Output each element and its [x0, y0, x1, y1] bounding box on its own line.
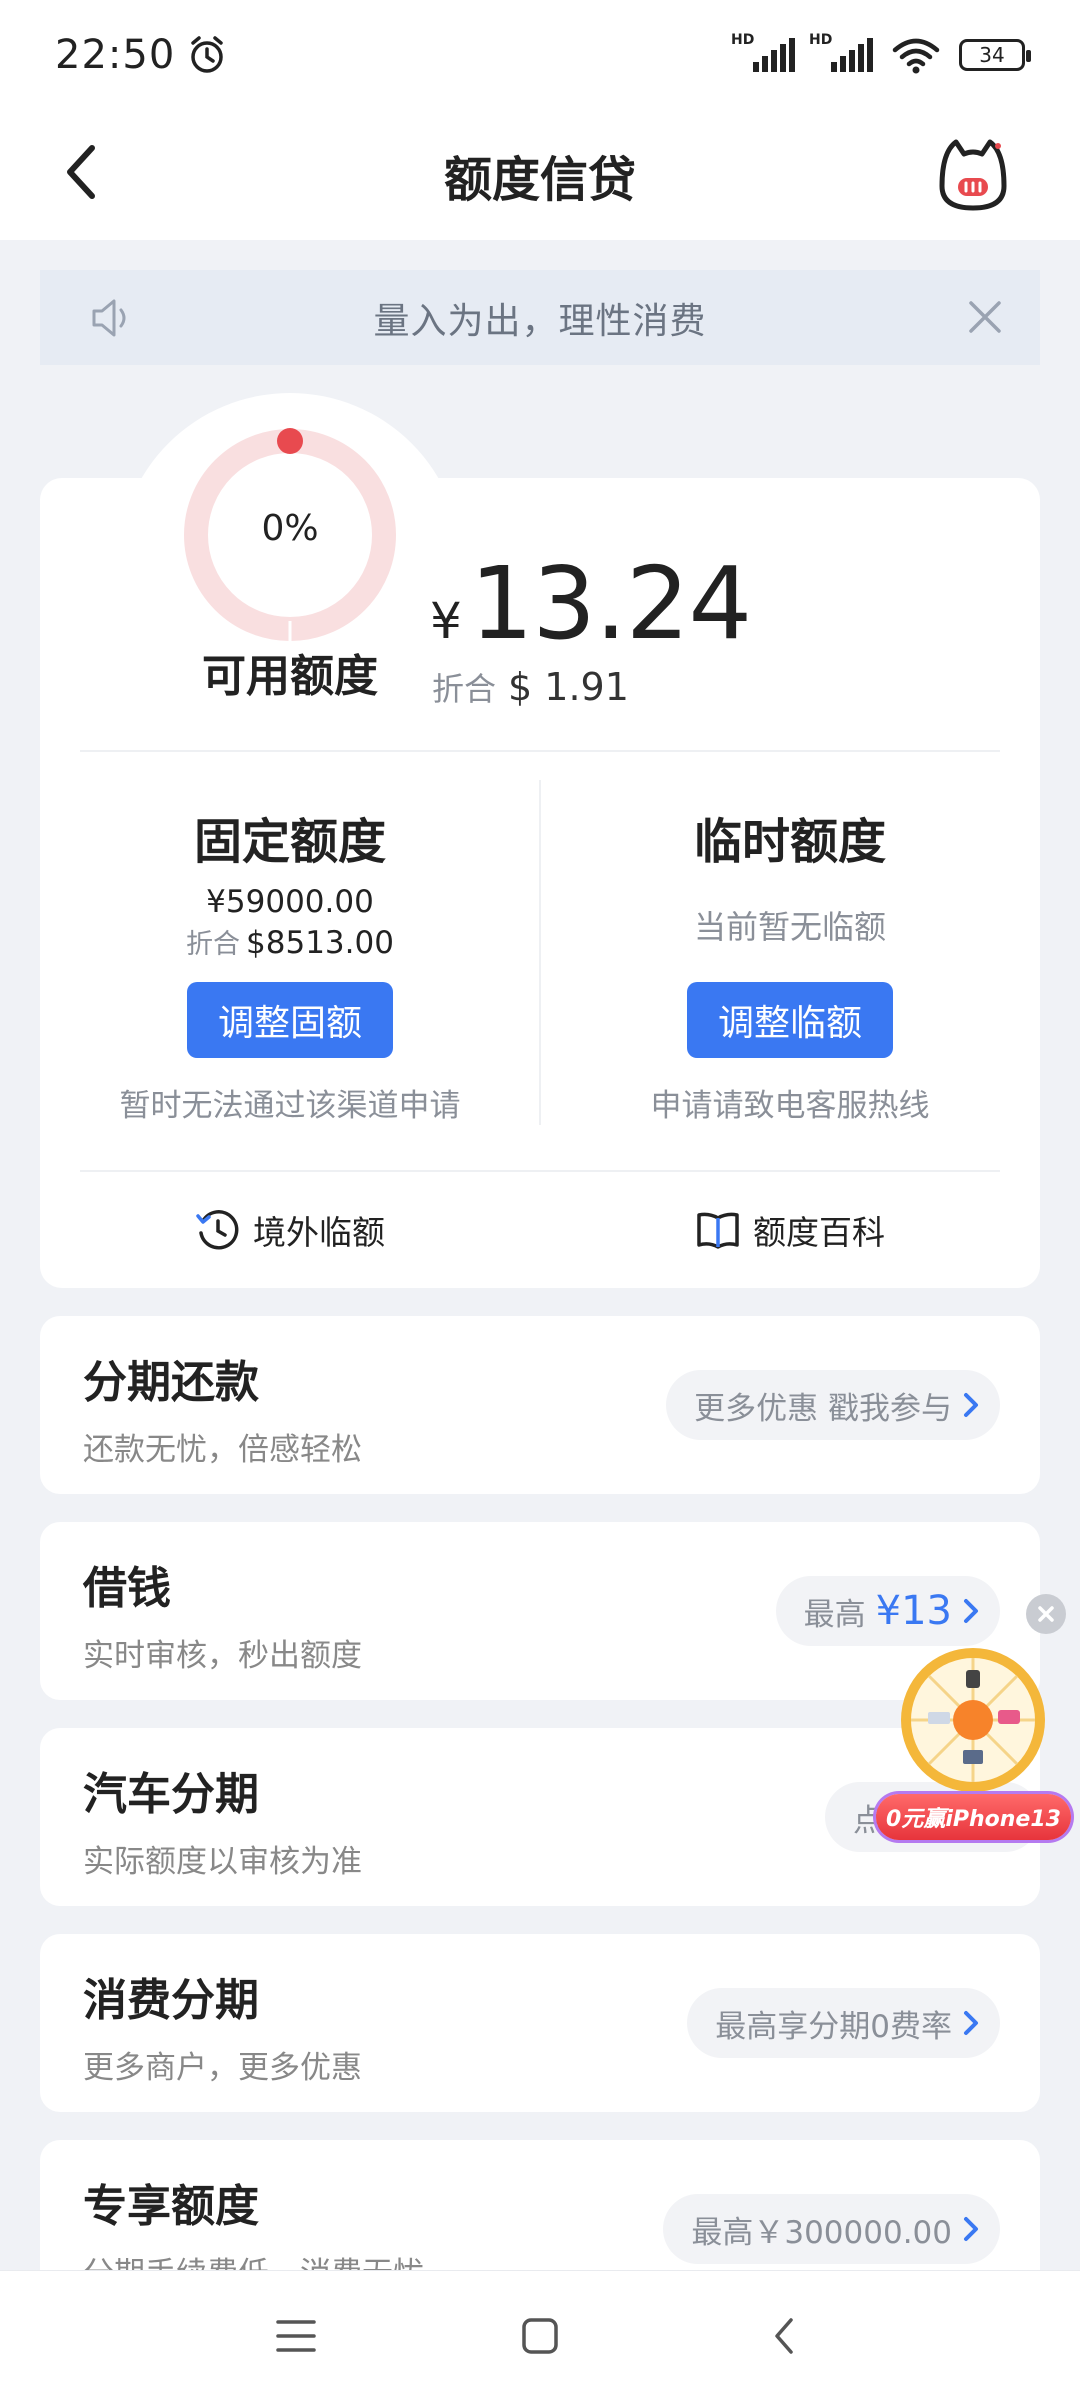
available-amount-value: 13.24: [469, 545, 752, 662]
chevron-right-icon: [964, 2217, 978, 2241]
speaker-icon: [92, 299, 126, 337]
divider: [539, 780, 541, 1125]
chevron-right-icon: [964, 1393, 978, 1417]
available-credit-label: 可用额度: [202, 651, 378, 702]
fixed-credit-amount: ¥59000.00: [206, 884, 374, 920]
home-button[interactable]: [510, 2306, 570, 2366]
temporary-credit-note: 申请请致电客服热线: [650, 1088, 930, 1124]
credit-page: 22:50 HD HD 34 额度信贷 量入为出，理性消费 0% 可用额度 ¥ …: [0, 0, 1080, 2400]
menu-button[interactable]: [266, 2306, 326, 2366]
divider: [80, 1170, 1000, 1172]
promo-close-button[interactable]: [1026, 1594, 1066, 1634]
fixed-credit-equiv: 折合 $8513.00: [186, 925, 394, 961]
adjust-temporary-button[interactable]: 调整临额: [687, 982, 893, 1058]
credit-wiki-link[interactable]: 额度百科: [695, 1200, 885, 1260]
system-nav-bar: [0, 2270, 1080, 2400]
chevron-right-icon: [964, 2011, 978, 2035]
max-credit-pill[interactable]: 最高￥300000.00: [663, 2194, 1000, 2264]
home-square-icon: [522, 2318, 558, 2354]
close-icon[interactable]: [966, 298, 1004, 336]
status-icons: HD HD 34: [731, 32, 1031, 74]
mascot-service-icon[interactable]: [928, 128, 1018, 218]
service-card-consumer-installment[interactable]: 消费分期 更多商户，更多优惠 最高享分期0费率: [40, 1934, 1040, 2112]
cell-signal-icon: HD: [809, 32, 873, 72]
available-amount: ¥ 13.24: [430, 545, 752, 662]
service-card-borrow[interactable]: 借钱 实时审核，秒出额度 最高 ¥13: [40, 1522, 1040, 1700]
cell-signal-icon: HD: [731, 32, 795, 72]
menu-icon: [276, 2320, 316, 2352]
offer-pill-button[interactable]: 更多优惠 戳我参与: [666, 1370, 1000, 1440]
borrow-max-pill[interactable]: 最高 ¥13: [775, 1576, 1000, 1646]
back-button[interactable]: [62, 132, 122, 212]
alarm-icon: [191, 36, 224, 73]
notice-bar: 量入为出，理性消费: [40, 270, 1040, 365]
adjust-fixed-button[interactable]: 调整固额: [187, 982, 393, 1058]
chevron-right-icon: [964, 1599, 978, 1623]
currency-symbol: ¥: [430, 592, 462, 650]
chevron-left-icon: [67, 145, 95, 199]
promo-label[interactable]: 0元赢iPhone13: [876, 1794, 1071, 1840]
temporary-credit-title: 临时额度: [693, 814, 886, 870]
lucky-wheel-icon[interactable]: [898, 1645, 1048, 1795]
close-icon: [1038, 1606, 1054, 1622]
book-icon: [697, 1212, 739, 1249]
zero-fee-pill[interactable]: 最高享分期0费率: [687, 1988, 1000, 2058]
battery-icon: 34: [959, 39, 1031, 71]
available-equiv: 折合 $ 1.91: [432, 665, 629, 709]
fixed-credit-note: 暂时无法通过该渠道申请: [119, 1088, 461, 1124]
app-header: 额度信贷: [0, 110, 1080, 240]
back-triangle-icon: [775, 2318, 793, 2354]
wifi-icon: [892, 38, 940, 74]
page-title: 额度信贷: [443, 152, 636, 208]
notice-text: 量入为出，理性消费: [373, 300, 707, 342]
status-bar: 22:50 HD HD 34: [0, 0, 1080, 110]
status-time: 22:50: [55, 32, 176, 78]
clock-refresh-icon: [196, 1210, 239, 1250]
overseas-temp-credit-link[interactable]: 境外临额: [195, 1200, 385, 1260]
nav-back-button[interactable]: [754, 2306, 814, 2366]
usage-percent: 0%: [261, 508, 319, 549]
available-equiv-value: $ 1.91: [508, 665, 629, 709]
temporary-credit-status: 当前暂无临额: [693, 908, 886, 946]
service-card-installment-repay[interactable]: 分期还款 还款无忧，倍感轻松 更多优惠 戳我参与: [40, 1316, 1040, 1494]
divider: [80, 750, 1000, 752]
fixed-credit-title: 固定额度: [193, 814, 386, 870]
